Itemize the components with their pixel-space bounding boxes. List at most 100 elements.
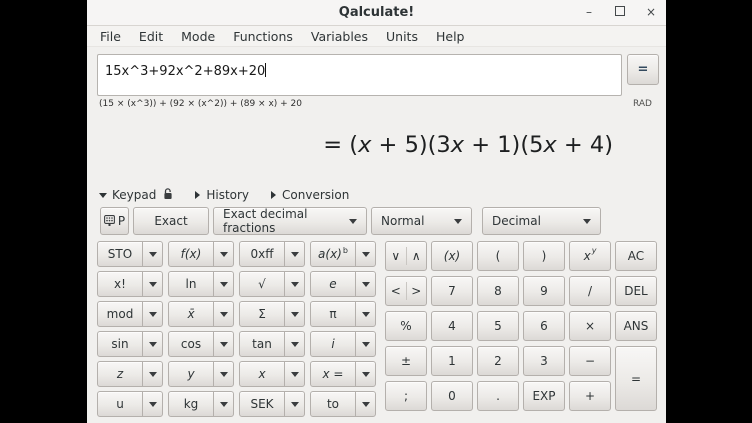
- five-key[interactable]: 5: [477, 311, 519, 341]
- sin-key[interactable]: sin: [97, 331, 143, 357]
- unlock-icon[interactable]: [163, 188, 173, 203]
- maximize-icon[interactable]: [613, 0, 627, 25]
- factorial-dropdown-button[interactable]: [142, 271, 163, 297]
- zero-key[interactable]: 0: [431, 381, 473, 411]
- tab-conversion[interactable]: Conversion: [271, 188, 349, 202]
- two-key[interactable]: 2: [477, 346, 519, 376]
- paren-close-key[interactable]: ): [523, 241, 565, 271]
- currency-sek-dropdown-button[interactable]: [284, 391, 305, 417]
- close-icon[interactable]: ×: [644, 0, 658, 25]
- tab-history[interactable]: History: [195, 188, 249, 202]
- del-key[interactable]: DEL: [615, 276, 657, 306]
- solve-x-key[interactable]: x =: [310, 361, 356, 387]
- minus-key[interactable]: −: [569, 346, 611, 376]
- x-parentheses-key[interactable]: (x): [431, 241, 473, 271]
- programming-keypad-button[interactable]: P: [100, 207, 129, 235]
- ans-key[interactable]: ANS: [615, 311, 657, 341]
- left-right-right-half[interactable]: >: [407, 284, 427, 298]
- titlebar[interactable]: Qalculate! – ×: [87, 0, 666, 26]
- hex-dropdown-button[interactable]: [284, 241, 305, 267]
- up-down-left-half[interactable]: ∨: [386, 249, 406, 263]
- ln-key[interactable]: ln: [168, 271, 214, 297]
- mean-key[interactable]: x̄: [168, 301, 214, 327]
- var-x-dropdown-button[interactable]: [284, 361, 305, 387]
- var-y-key[interactable]: y: [168, 361, 214, 387]
- power-function-key[interactable]: a(x)b: [310, 241, 356, 267]
- var-z-dropdown-button[interactable]: [142, 361, 163, 387]
- convert-to-dropdown-button[interactable]: [355, 391, 376, 417]
- display-mode-select[interactable]: Normal: [371, 207, 472, 235]
- unit-u-dropdown-button[interactable]: [142, 391, 163, 417]
- plus-key[interactable]: +: [569, 381, 611, 411]
- mod-key[interactable]: mod: [97, 301, 143, 327]
- eight-key[interactable]: 8: [477, 276, 519, 306]
- menu-variables[interactable]: Variables: [302, 29, 377, 44]
- ac-key[interactable]: AC: [615, 241, 657, 271]
- hex-key[interactable]: 0xff: [239, 241, 285, 267]
- power-key[interactable]: xy: [569, 241, 611, 271]
- factorial-key[interactable]: x!: [97, 271, 143, 297]
- up-down-right-half[interactable]: ∧: [407, 249, 427, 263]
- cos-dropdown-button[interactable]: [213, 331, 234, 357]
- menu-file[interactable]: File: [91, 29, 130, 44]
- equals-result-key[interactable]: =: [615, 346, 657, 411]
- unit-kg-key[interactable]: kg: [168, 391, 214, 417]
- pi-key[interactable]: π: [310, 301, 356, 327]
- menu-help[interactable]: Help: [427, 29, 474, 44]
- multiply-key[interactable]: ×: [569, 311, 611, 341]
- sum-key[interactable]: Σ: [239, 301, 285, 327]
- euler-e-dropdown-button[interactable]: [355, 271, 376, 297]
- three-key[interactable]: 3: [523, 346, 565, 376]
- ln-dropdown-button[interactable]: [213, 271, 234, 297]
- imaginary-i-dropdown-button[interactable]: [355, 331, 376, 357]
- mean-dropdown-button[interactable]: [213, 301, 234, 327]
- base-mode-select[interactable]: Decimal: [482, 207, 601, 235]
- menu-units[interactable]: Units: [377, 29, 427, 44]
- tab-keypad[interactable]: Keypad: [99, 188, 173, 203]
- minimize-icon[interactable]: –: [582, 0, 596, 25]
- decimal-point-key[interactable]: .: [477, 381, 519, 411]
- tan-dropdown-button[interactable]: [284, 331, 305, 357]
- power-function-dropdown-button[interactable]: [355, 241, 376, 267]
- expression-input[interactable]: 15x^3+92x^2+89x+20: [97, 54, 622, 96]
- plus-minus-key[interactable]: ±: [385, 346, 427, 376]
- function-fx-key[interactable]: f(x): [168, 241, 214, 267]
- unit-u-key[interactable]: u: [97, 391, 143, 417]
- imaginary-i-key[interactable]: i: [310, 331, 356, 357]
- left-right-key[interactable]: <>: [385, 276, 427, 306]
- exp-key[interactable]: EXP: [523, 381, 565, 411]
- one-key[interactable]: 1: [431, 346, 473, 376]
- convert-to-key[interactable]: to: [310, 391, 356, 417]
- six-key[interactable]: 6: [523, 311, 565, 341]
- divide-key[interactable]: /: [569, 276, 611, 306]
- four-key[interactable]: 4: [431, 311, 473, 341]
- semicolon-key[interactable]: ;: [385, 381, 427, 411]
- seven-key[interactable]: 7: [431, 276, 473, 306]
- var-x-key[interactable]: x: [239, 361, 285, 387]
- sin-dropdown-button[interactable]: [142, 331, 163, 357]
- sqrt-dropdown-button[interactable]: [284, 271, 305, 297]
- tan-key[interactable]: tan: [239, 331, 285, 357]
- unit-kg-dropdown-button[interactable]: [213, 391, 234, 417]
- sum-dropdown-button[interactable]: [284, 301, 305, 327]
- var-z-key[interactable]: z: [97, 361, 143, 387]
- paren-open-key[interactable]: (: [477, 241, 519, 271]
- menu-functions[interactable]: Functions: [224, 29, 302, 44]
- var-y-dropdown-button[interactable]: [213, 361, 234, 387]
- sqrt-key[interactable]: √: [239, 271, 285, 297]
- menu-edit[interactable]: Edit: [130, 29, 172, 44]
- nine-key[interactable]: 9: [523, 276, 565, 306]
- mod-dropdown-button[interactable]: [142, 301, 163, 327]
- currency-sek-key[interactable]: SEK: [239, 391, 285, 417]
- solve-x-dropdown-button[interactable]: [355, 361, 376, 387]
- cos-key[interactable]: cos: [168, 331, 214, 357]
- pi-dropdown-button[interactable]: [355, 301, 376, 327]
- calculate-button[interactable]: =: [627, 54, 659, 85]
- menu-mode[interactable]: Mode: [172, 29, 224, 44]
- fraction-mode-select[interactable]: Exact decimal fractions: [213, 207, 367, 235]
- sto-dropdown-button[interactable]: [142, 241, 163, 267]
- exact-toggle-button[interactable]: Exact: [133, 207, 209, 235]
- sto-key[interactable]: STO: [97, 241, 143, 267]
- left-right-left-half[interactable]: <: [386, 284, 406, 298]
- up-down-key[interactable]: ∨∧: [385, 241, 427, 271]
